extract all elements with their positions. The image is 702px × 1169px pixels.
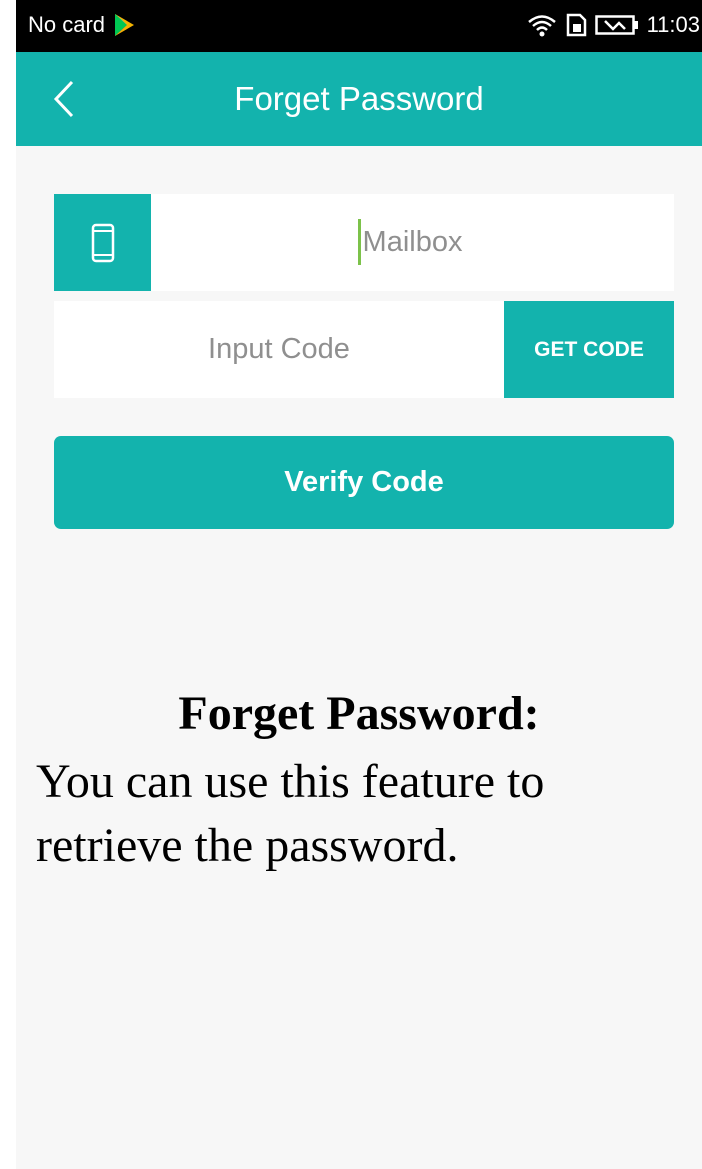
status-right: 11:03: [519, 12, 700, 38]
code-input[interactable]: [54, 301, 504, 398]
mailbox-input[interactable]: [151, 194, 674, 291]
screen: No card 11:03 Forget Password Mailbox In…: [16, 0, 702, 1169]
text-cursor: [358, 219, 361, 265]
page-title: Forget Password: [234, 80, 484, 117]
carrier-text: No card: [28, 12, 106, 37]
wifi-icon: [527, 15, 556, 37]
clock-text: 11:03: [646, 12, 700, 37]
caption-title: Forget Password:: [178, 687, 540, 740]
sim-icon: [566, 13, 586, 37]
smartphone-icon: [91, 223, 114, 262]
app-header: Forget Password: [16, 52, 702, 146]
battery-icon: [594, 15, 638, 35]
caption-body: You can use this feature to retrieve the…: [36, 755, 545, 872]
play-store-icon: [115, 14, 135, 36]
verify-code-button[interactable]: Verify Code: [54, 436, 674, 529]
code-row: GET CODE: [54, 301, 674, 398]
status-left: No card: [28, 12, 135, 38]
mailbox-row: [54, 194, 674, 291]
mailbox-icon-box: [54, 194, 151, 291]
get-code-button[interactable]: GET CODE: [504, 301, 674, 398]
status-bar: No card 11:03: [16, 0, 702, 52]
